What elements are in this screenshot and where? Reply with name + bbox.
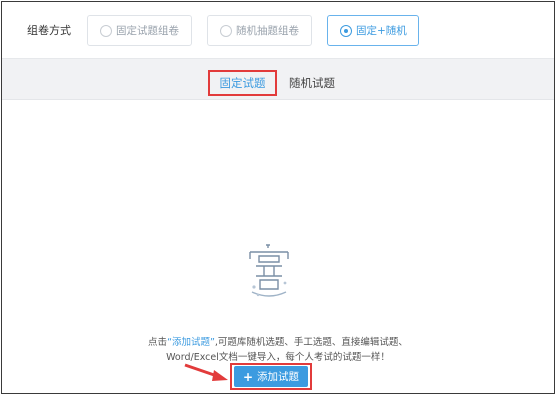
radio-checked-icon <box>340 24 352 37</box>
tab-random-questions[interactable]: 随机试题 <box>289 70 335 96</box>
hint-prefix: 点击 <box>148 337 168 348</box>
plus-icon: + <box>242 369 254 384</box>
empty-hint: 点击“添加试题”,可题库随机选题、手工选题、直接编辑试题、 Word/Excel… <box>102 335 454 365</box>
compose-mode-row: 组卷方式 固定试题组卷 随机抽题组卷 固定+随机 <box>2 2 554 58</box>
mode-option-random[interactable]: 随机抽题组卷 <box>207 15 312 46</box>
compose-mode-label: 组卷方式 <box>27 24 71 37</box>
hint-rest: ,可题库随机选题、手工选题、直接编辑试题、 <box>214 337 408 348</box>
mode-option-fixed[interactable]: 固定试题组卷 <box>87 15 192 46</box>
hint-add-link[interactable]: “添加试题” <box>167 337 215 348</box>
question-tabs: 固定试题 随机试题 <box>2 58 554 100</box>
mode-option-label: 固定+随机 <box>356 25 407 37</box>
radio-unchecked-icon <box>220 24 232 37</box>
tab-fixed-questions[interactable]: 固定试题 <box>208 70 277 96</box>
radio-unchecked-icon <box>100 24 112 37</box>
empty-box-icon <box>249 244 289 297</box>
add-questions-label: 添加试题 <box>257 371 300 383</box>
mode-option-label: 随机抽题组卷 <box>236 25 299 37</box>
add-questions-button[interactable]: + 添加试题 <box>234 366 308 387</box>
exam-compose-panel: 组卷方式 固定试题组卷 随机抽题组卷 固定+随机 固定试题 随机试题 点击“添加… <box>1 1 555 394</box>
hint-line-1: 点击“添加试题”,可题库随机选题、手工选题、直接编辑试题、 <box>102 335 454 350</box>
mode-option-fixed-plus-random[interactable]: 固定+随机 <box>327 15 419 46</box>
mode-option-label: 固定试题组卷 <box>116 25 179 37</box>
red-arrow-icon <box>184 363 228 381</box>
